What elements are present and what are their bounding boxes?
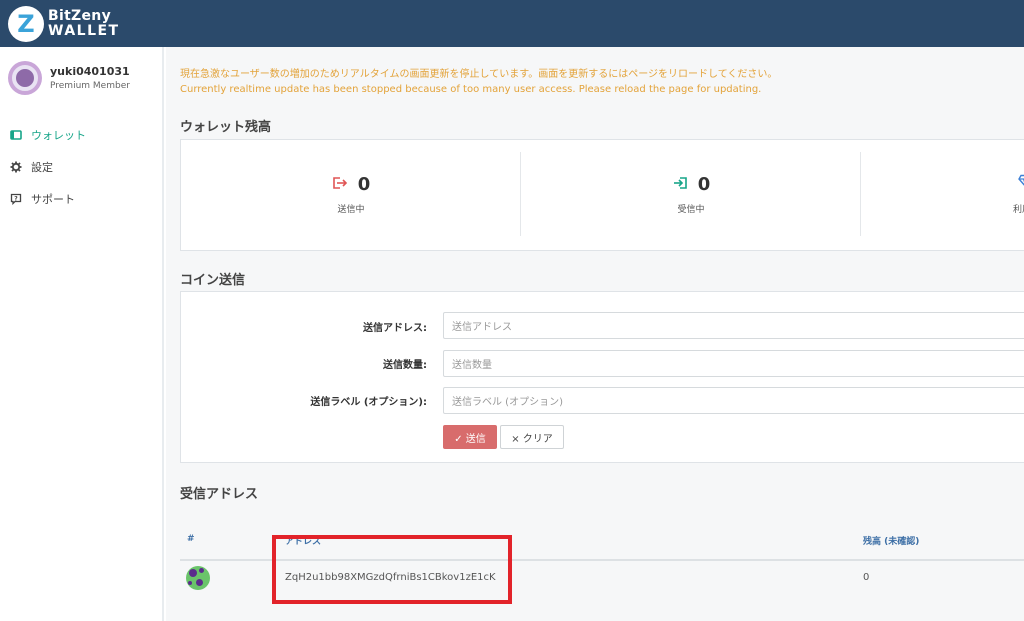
gear-icon [9,160,23,174]
wallet-icon [9,128,23,142]
column-header-balance[interactable]: 残高 (未確認) [863,534,919,547]
top-bar: Z BitZeny WALLET [0,0,1024,47]
logo-mark-letter: Z [17,10,35,38]
sidebar-item-support[interactable]: ? サポート [0,183,160,215]
balance-receiving-amount: 0 [521,174,861,195]
address-highlight-box [272,535,512,604]
identicon-dot [189,569,197,577]
balance-available-amount [861,174,1024,192]
logo-subtitle: WALLET [48,23,120,39]
address-identicon [186,566,210,590]
identicon-dot [199,568,204,573]
send-label-input[interactable]: 送信ラベル (オプション) [443,387,1024,414]
receiving-value: 0 [697,174,711,195]
memo-label: 送信ラベル (オプション): [310,397,427,408]
logo-title: BitZeny [48,8,112,24]
send-amount-input[interactable]: 送信数量 [443,350,1024,377]
sidebar-item-settings[interactable]: 設定 [0,151,160,183]
logo-mark-icon: Z [8,6,44,42]
receive-address-title: 受信アドレス [180,487,259,502]
available-label: 利用可能 [1012,205,1024,215]
receiving-label: 受信中 [677,205,705,215]
balance-card: 0 送信中 0 受信中 利用可能 [180,139,1024,251]
identicon-dot [188,581,192,585]
support-icon: ? [9,192,23,206]
update-notice: 現在急激なユーザー数の増加のためリアルタイムの画面更新を停止しています。画面を更… [180,67,777,97]
balance-receiving: 0 受信中 [521,152,861,236]
sidebar: yuki0401031 Premium Member ウォレット 設定 ? サポ… [0,47,164,621]
sending-label: 送信中 [337,205,365,215]
user-role: Premium Member [50,81,130,91]
clear-button[interactable]: × クリア [500,425,564,449]
identicon-dot [196,579,203,586]
address-label: 送信アドレス: [363,323,427,334]
user-name: yuki0401031 [50,65,130,78]
user-info: yuki0401031 Premium Member [50,65,130,91]
balance-available: 利用可能 [861,152,1024,236]
amount-label: 送信数量: [383,360,427,371]
balance-sending: 0 送信中 [181,152,521,236]
user-profile: yuki0401031 Premium Member [8,61,130,95]
sidebar-item-label: 設定 [31,161,53,174]
receive-in-icon [672,176,688,194]
balance-sending-amount: 0 [181,174,521,195]
notice-japanese: 現在急激なユーザー数の増加のためリアルタイムの画面更新を停止しています。画面を更… [180,69,778,80]
avatar [8,61,42,95]
sending-value: 0 [357,174,371,195]
sidebar-nav: ウォレット 設定 ? サポート [0,119,160,215]
send-coin-title: コイン送信 [180,273,246,288]
notice-english: Currently realtime update has been stopp… [180,84,762,95]
sidebar-item-label: ウォレット [31,129,86,142]
bitzeny-logo[interactable]: Z BitZeny WALLET [8,5,120,43]
diamond-icon [1018,174,1024,192]
wallet-balance-title: ウォレット残高 [180,120,272,135]
sidebar-item-wallet[interactable]: ウォレット [0,119,160,151]
send-button[interactable]: ✓ 送信 [443,425,497,449]
balance-value: 0 [863,572,870,583]
logo-text: BitZeny WALLET [48,9,120,39]
avatar-ring-icon [12,65,38,91]
sidebar-item-label: サポート [31,193,75,206]
column-header-index: # [187,534,195,544]
send-out-icon [332,176,348,194]
send-form: 送信アドレス: 送信アドレス 送信数量: 送信数量 送信ラベル (オプション):… [180,291,1024,463]
send-address-input[interactable]: 送信アドレス [443,312,1024,339]
svg-text:?: ? [14,195,18,202]
